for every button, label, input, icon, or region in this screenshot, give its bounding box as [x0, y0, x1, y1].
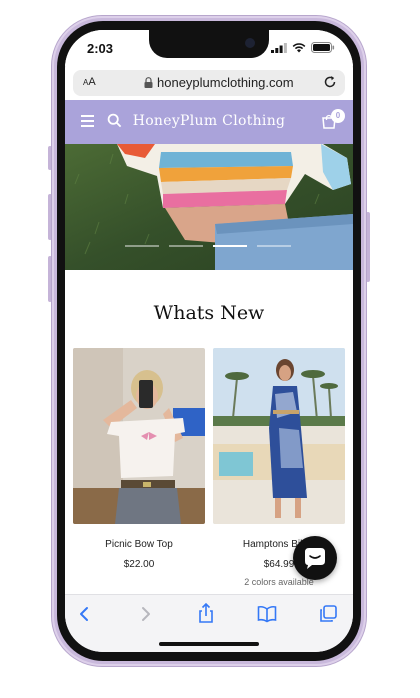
phone-power-button: [366, 212, 370, 282]
home-indicator[interactable]: [159, 642, 259, 646]
slide-indicators: [65, 245, 353, 247]
phone-screen: 2:03 AA honeyplumclothing.com HoneyPlum …: [65, 30, 353, 652]
text-size-button[interactable]: AA: [83, 76, 96, 88]
bookmarks-icon[interactable]: [257, 605, 277, 623]
url-text[interactable]: honeyplumclothing.com: [157, 75, 294, 90]
forward-icon[interactable]: [137, 605, 153, 623]
site-header: HoneyPlum Clothing 0: [65, 100, 353, 144]
lock-icon: [144, 77, 153, 88]
hero-slideshow[interactable]: [65, 144, 353, 270]
back-icon[interactable]: [77, 605, 93, 623]
address-bar[interactable]: AA honeyplumclothing.com: [73, 70, 345, 96]
browser-toolbar: [65, 594, 353, 652]
slide-indicator-2[interactable]: [169, 245, 203, 247]
chat-icon: [305, 548, 325, 569]
brand-logo[interactable]: HoneyPlum Clothing: [65, 113, 353, 129]
share-icon[interactable]: [197, 603, 215, 623]
cart-count-badge: 0: [331, 109, 345, 123]
product-name[interactable]: Picnic Bow Top: [73, 539, 205, 550]
section-title: Whats New: [153, 302, 265, 324]
product-image[interactable]: [213, 348, 345, 524]
status-icons: [271, 42, 335, 53]
battery-icon: [311, 42, 335, 53]
slide-indicator-4[interactable]: [257, 245, 291, 247]
product-card[interactable]: Picnic Bow Top $22.00: [73, 348, 205, 570]
cellular-signal-icon: [271, 42, 287, 53]
hero-image: [65, 144, 353, 270]
product-price: $22.00: [123, 559, 155, 570]
chat-button[interactable]: [293, 536, 337, 580]
product-image[interactable]: [73, 348, 205, 524]
front-camera: [245, 38, 255, 48]
wifi-icon: [292, 42, 306, 52]
status-time: 2:03: [87, 41, 114, 56]
tabs-icon[interactable]: [319, 605, 337, 623]
slide-indicator-1[interactable]: [125, 245, 159, 247]
reload-icon[interactable]: [323, 75, 337, 89]
slide-indicator-3[interactable]: [213, 245, 247, 247]
status-bar: 2:03: [65, 30, 353, 66]
notch: [149, 30, 269, 58]
